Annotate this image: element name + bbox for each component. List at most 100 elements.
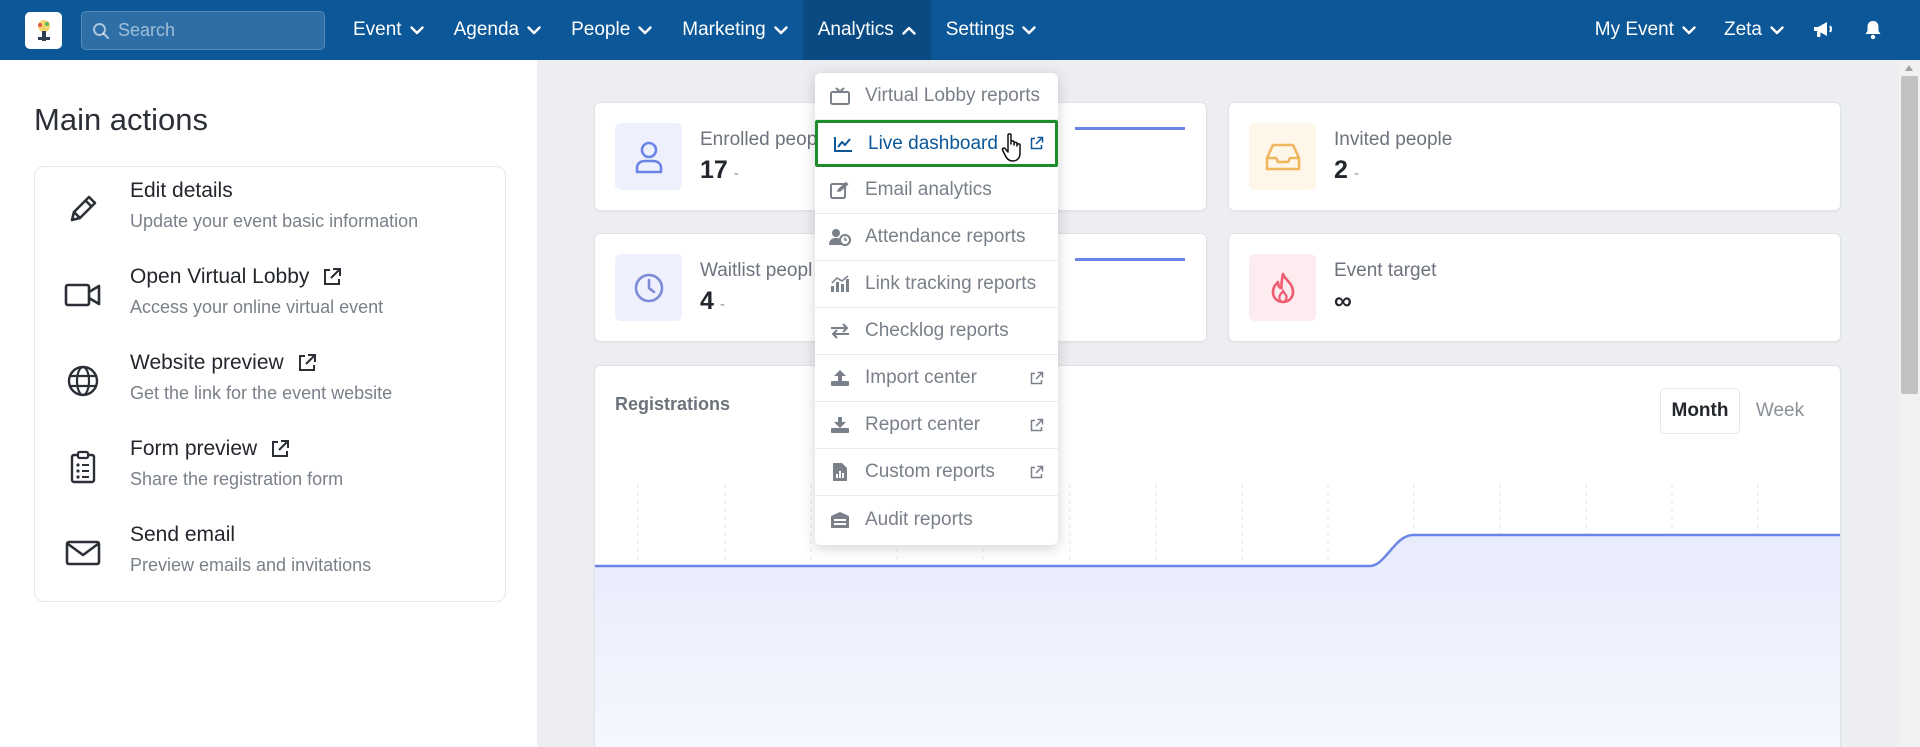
chevron-down-icon (1682, 19, 1696, 41)
line-chart-icon (818, 135, 868, 153)
external-link-icon (324, 268, 342, 285)
external-link-icon (1029, 371, 1044, 391)
chevron-down-icon (1770, 19, 1784, 41)
menu-report-center[interactable]: Report center (815, 402, 1058, 449)
menu-label: Attendance reports (865, 226, 1026, 247)
user-clock-icon (815, 228, 865, 246)
menu-label: Report center (865, 414, 981, 435)
announcements-button[interactable] (1798, 0, 1848, 60)
nav-marketing-label: Marketing (682, 19, 766, 40)
main-actions-heading: Main actions (34, 102, 209, 137)
menu-email-analytics[interactable]: Email analytics (815, 167, 1058, 214)
clipboard-icon (63, 447, 103, 487)
menu-import-center[interactable]: Import center (815, 355, 1058, 402)
upload-icon (815, 369, 865, 387)
website-preview-action[interactable]: Website preview Get the link for the eve… (35, 339, 505, 425)
chevron-up-icon (902, 19, 916, 41)
menu-virtual-lobby-reports[interactable]: Virtual Lobby reports (815, 73, 1058, 120)
waitlist-value: 4- (700, 287, 725, 316)
website-preview-title: Website preview (130, 351, 284, 374)
registrations-chart (595, 484, 1840, 747)
menu-audit-reports[interactable]: Audit reports (815, 496, 1058, 543)
fire-icon (1249, 254, 1316, 321)
menu-label: Custom reports (865, 461, 995, 482)
invited-label: Invited people (1334, 129, 1453, 150)
chevron-down-icon (409, 19, 424, 41)
nav-user-label: Zeta (1723, 19, 1762, 40)
scrollbar-thumb[interactable] (1901, 76, 1918, 394)
page-scrollbar[interactable] (1899, 60, 1920, 747)
edit-details-action[interactable]: Edit details Update your event basic inf… (35, 167, 505, 253)
invited-delta: - (1353, 165, 1359, 182)
megaphone-icon (1814, 22, 1832, 37)
chevron-down-icon (1022, 19, 1037, 41)
exchange-icon (815, 323, 865, 339)
enrolled-delta: - (733, 165, 739, 182)
menu-custom-reports[interactable]: Custom reports (815, 449, 1058, 496)
search-box[interactable] (81, 11, 325, 50)
archive-icon (815, 511, 865, 529)
mouse-cursor-hand-icon (1001, 131, 1025, 168)
menu-label: Live dashboard (868, 132, 998, 154)
scroll-up-arrow-icon[interactable] (1905, 65, 1913, 71)
menu-attendance-reports[interactable]: Attendance reports (815, 214, 1058, 261)
nav-settings[interactable]: Settings (931, 0, 1052, 60)
menu-live-dashboard[interactable]: Live dashboard (815, 120, 1058, 167)
logo-icon (37, 19, 50, 41)
nav-agenda[interactable]: Agenda (439, 0, 557, 60)
external-link-icon (1029, 418, 1044, 438)
menu-label: Audit reports (865, 508, 973, 530)
invited-people-card: Invited people 2- (1228, 102, 1841, 211)
menu-checklog-reports[interactable]: Checklog reports (815, 308, 1058, 355)
enrolled-value: 17- (700, 156, 739, 185)
search-icon (93, 22, 110, 39)
tv-icon (815, 87, 865, 105)
download-icon (815, 416, 865, 434)
registrations-card: Registrations Month Week (594, 365, 1841, 747)
main-actions-panel: Main actions Edit details Update your ev… (0, 60, 537, 747)
globe-icon (63, 361, 103, 401)
analytics-dropdown-menu: Virtual Lobby reports Live dashboard Ema… (815, 73, 1058, 545)
menu-link-tracking-reports[interactable]: Link tracking reports (815, 261, 1058, 308)
event-target-label: Event target (1334, 260, 1437, 281)
nav-marketing[interactable]: Marketing (667, 0, 802, 60)
nav-my-event[interactable]: My Event (1581, 0, 1710, 60)
nav-my-event-label: My Event (1594, 19, 1674, 40)
enrolled-label: Enrolled peop (700, 129, 818, 150)
edit-details-subtitle: Update your event basic information (130, 211, 419, 231)
user-icon (615, 123, 682, 190)
app-logo[interactable] (25, 12, 62, 49)
nav-user-menu[interactable]: Zeta (1710, 0, 1798, 60)
waitlist-sparkline (1075, 258, 1185, 261)
nav-event[interactable]: Event (338, 0, 439, 60)
clock-icon (615, 254, 682, 321)
event-target-card: Event target ∞ (1228, 233, 1841, 342)
main-nav: Event Agenda People Marketing Analytics … (338, 0, 1051, 60)
event-target-value: ∞ (1334, 287, 1352, 315)
top-navigation-bar: Event Agenda People Marketing Analytics … (0, 0, 1920, 60)
nav-agenda-label: Agenda (453, 19, 520, 40)
form-preview-action[interactable]: Form preview Share the registration form (35, 425, 505, 511)
search-input[interactable] (118, 20, 308, 41)
open-virtual-lobby-action[interactable]: Open Virtual Lobby Access your online vi… (35, 253, 505, 339)
send-email-action[interactable]: Send email Preview emails and invitation… (35, 511, 505, 597)
nav-people[interactable]: People (556, 0, 667, 60)
nav-right-group: My Event Zeta (1581, 0, 1920, 60)
notifications-button[interactable] (1848, 0, 1898, 60)
nav-analytics[interactable]: Analytics (802, 0, 931, 60)
chevron-down-icon (527, 19, 541, 41)
video-camera-icon (63, 275, 103, 315)
send-email-subtitle: Preview emails and invitations (130, 555, 372, 575)
enrolled-count: 17 (700, 156, 728, 184)
nav-event-label: Event (353, 19, 402, 40)
waitlist-count: 4 (700, 287, 714, 315)
nav-analytics-label: Analytics (817, 19, 894, 40)
envelope-icon (63, 533, 103, 573)
waitlist-label: Waitlist peopl (700, 260, 813, 281)
nav-people-label: People (571, 19, 631, 40)
file-chart-icon (815, 462, 865, 482)
open-virtual-lobby-subtitle: Access your online virtual event (130, 297, 384, 317)
external-link-icon (272, 440, 290, 457)
form-preview-subtitle: Share the registration form (130, 469, 344, 489)
form-preview-title: Form preview (130, 437, 258, 460)
